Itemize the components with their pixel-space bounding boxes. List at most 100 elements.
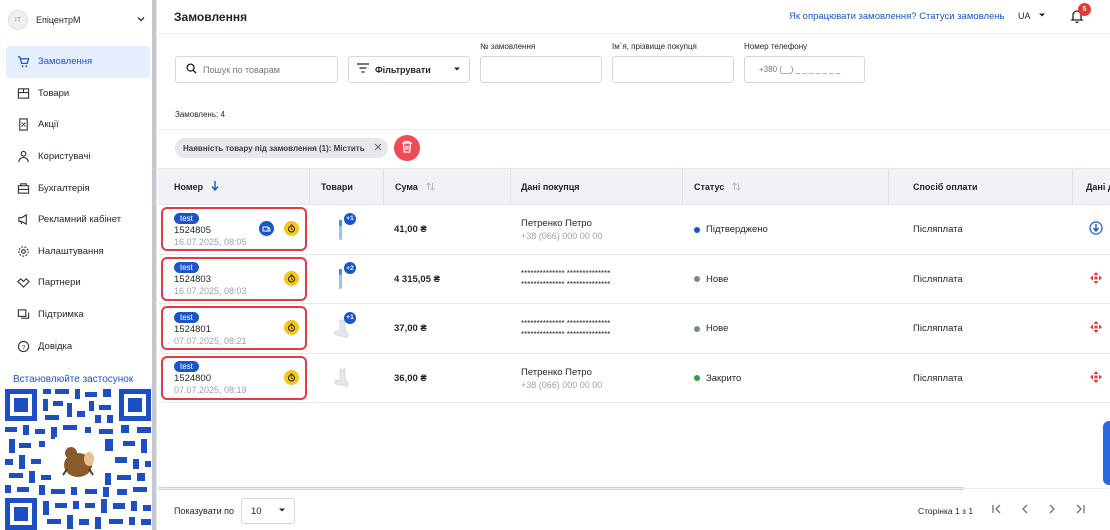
delivery-provider-icon[interactable] <box>1089 320 1103 337</box>
side-panel-tab[interactable] <box>1103 421 1110 485</box>
filter-chip-label: Наявність товару під замовлення (1): Міс… <box>183 143 365 153</box>
buyer-masked-phone: ************** ************** <box>521 329 611 339</box>
per-page-label: Показувати по <box>174 506 235 516</box>
sidebar-item-label: Партнери <box>38 277 81 289</box>
language-selector[interactable]: UA <box>1018 11 1031 21</box>
page-info: Сторінка 1 з 1 <box>918 506 974 516</box>
table-row[interactable]: test 1524801 07.07.2025, 08:21 +1 37,00 … <box>158 304 1110 354</box>
sidebar-scrollbar[interactable] <box>152 0 156 530</box>
sort-icon[interactable] <box>732 181 742 193</box>
buyer-name-field[interactable] <box>612 56 734 83</box>
delivery-provider-icon[interactable] <box>1089 221 1103 238</box>
delivery-provider-icon[interactable] <box>1089 271 1103 288</box>
sum-cell: 41,00 ₴ <box>394 224 427 235</box>
buyer-masked-name: ************** ************** <box>521 269 611 278</box>
order-number-field[interactable] <box>480 56 602 83</box>
sidebar-item-orders[interactable]: Замовлення <box>6 46 150 78</box>
extra-items-badge: +1 <box>344 311 356 324</box>
table-footer: Показувати по 10 Сторінка 1 з 1 <box>158 488 1110 530</box>
svg-text:?: ? <box>21 344 25 351</box>
table-row[interactable]: test 1524805 16.07.2025, 08:05 +1 41,00 … <box>158 205 1110 255</box>
sidebar-item-goods[interactable]: Товари <box>6 78 150 110</box>
chevron-down-icon <box>278 506 286 516</box>
sidebar-item-ads[interactable]: Рекламний кабінет <box>6 204 150 236</box>
goods-cell[interactable]: +1 <box>310 304 383 353</box>
goods-cell[interactable] <box>310 354 383 403</box>
sidebar-item-accounting[interactable]: Бухгалтерія <box>6 172 150 204</box>
column-header-label: Сума <box>395 182 418 192</box>
phone-label: Номер телефону <box>744 42 808 51</box>
phone-field[interactable] <box>744 56 865 83</box>
product-thumbnail[interactable]: +1 <box>332 311 356 340</box>
payment-cell: Післяплата <box>913 224 963 235</box>
buyer-name: Петренко Петро <box>521 366 592 378</box>
test-tag: test <box>174 262 199 273</box>
delivery-provider-icon[interactable] <box>1089 370 1103 387</box>
phone-input[interactable] <box>759 65 859 74</box>
sidebar-item-help[interactable]: ? Довідка <box>6 330 150 362</box>
help-icon: ? <box>16 339 30 353</box>
next-page-icon[interactable] <box>1045 503 1059 518</box>
chat-icon <box>16 308 30 322</box>
buyer-cell: Петренко Петро +38 (066) 000 00 00 <box>521 354 681 403</box>
last-page-icon[interactable] <box>1073 503 1087 518</box>
column-header-status[interactable]: Статус <box>683 169 889 205</box>
extra-items-badge: +1 <box>344 212 356 225</box>
gear-icon <box>16 244 30 258</box>
goods-cell[interactable]: +1 <box>310 205 383 254</box>
store-avatar: IT <box>8 10 28 30</box>
goods-cell[interactable]: +2 <box>310 255 383 304</box>
help-link[interactable]: Як опрацювати замовлення? Статуси замовл… <box>789 11 1004 22</box>
sidebar-item-settings[interactable]: Налаштування <box>6 236 150 268</box>
buyer-name: Петренко Петро <box>521 218 592 229</box>
status-label: Закрито <box>706 372 742 384</box>
column-header-label: Статус <box>694 182 725 192</box>
order-date: 07.07.2025, 08:21 <box>174 335 247 346</box>
clear-filters-button[interactable] <box>394 135 420 161</box>
store-selector[interactable]: IT ЕпіцентрМ <box>8 8 148 32</box>
sidebar-item-label: Налаштування <box>38 245 104 257</box>
product-thumbnail[interactable]: +1 <box>332 212 356 241</box>
filter-button[interactable]: Фільтрувати <box>348 56 470 83</box>
sort-icon[interactable] <box>426 181 435 193</box>
sort-arrow-icon[interactable] <box>211 180 219 194</box>
column-header-label: Спосіб оплати <box>913 182 978 192</box>
close-icon[interactable] <box>371 143 385 154</box>
column-header-number[interactable]: Номер <box>158 169 310 205</box>
first-page-icon[interactable] <box>990 503 1004 518</box>
delivery-cell[interactable] <box>1084 354 1108 403</box>
per-page-select[interactable]: 10 <box>241 498 295 524</box>
table-row[interactable]: test 1524803 16.07.2025, 08:03 +2 4 315,… <box>158 255 1110 304</box>
discount-icon <box>16 118 30 132</box>
sidebar-item-support[interactable]: Підтримка <box>6 299 150 331</box>
search-field[interactable] <box>175 56 338 83</box>
prev-page-icon[interactable] <box>1018 503 1032 518</box>
orders-table: Номер Товари Сума Дані покупця Статус Сп… <box>158 168 1110 403</box>
sidebar-item-label: Рекламний кабінет <box>38 214 122 226</box>
column-header-label: Дані покупця <box>521 182 580 192</box>
install-app-link[interactable]: Встановлюйте застосунок <box>13 374 133 385</box>
delivery-cell[interactable] <box>1084 304 1108 353</box>
filter-chip[interactable]: Наявність товару під замовлення (1): Міс… <box>175 138 388 158</box>
chevron-down-icon <box>134 14 148 26</box>
product-thumbnail[interactable] <box>332 367 350 389</box>
search-input[interactable] <box>203 64 323 75</box>
sidebar-item-discounts[interactable]: Акції <box>6 109 150 141</box>
buyer-phone: +38 (066) 000 00 00 <box>521 231 603 241</box>
page-title: Замовлення <box>174 10 248 24</box>
sum-cell: 36,00 ₴ <box>394 372 427 384</box>
timer-icon <box>284 320 299 335</box>
chevron-down-icon <box>453 65 461 75</box>
delivery-cell[interactable] <box>1084 255 1108 304</box>
delivery-cell[interactable] <box>1084 205 1108 254</box>
sum-cell: 37,00 ₴ <box>394 323 427 334</box>
payment-cell: Післяплата <box>913 372 963 384</box>
product-thumbnail[interactable]: +2 <box>332 262 356 290</box>
chevron-down-icon[interactable] <box>1038 11 1046 21</box>
table-row[interactable]: test 1524800 07.07.2025, 08:19 36,00 ₴ П… <box>158 354 1110 403</box>
sidebar-item-partners[interactable]: Партнери <box>6 267 150 299</box>
column-header-sum[interactable]: Сума <box>384 169 511 205</box>
filter-button-label: Фільтрувати <box>375 64 431 75</box>
sidebar-item-users[interactable]: Користувачі <box>6 141 150 173</box>
sidebar-item-label: Довідка <box>38 340 73 352</box>
